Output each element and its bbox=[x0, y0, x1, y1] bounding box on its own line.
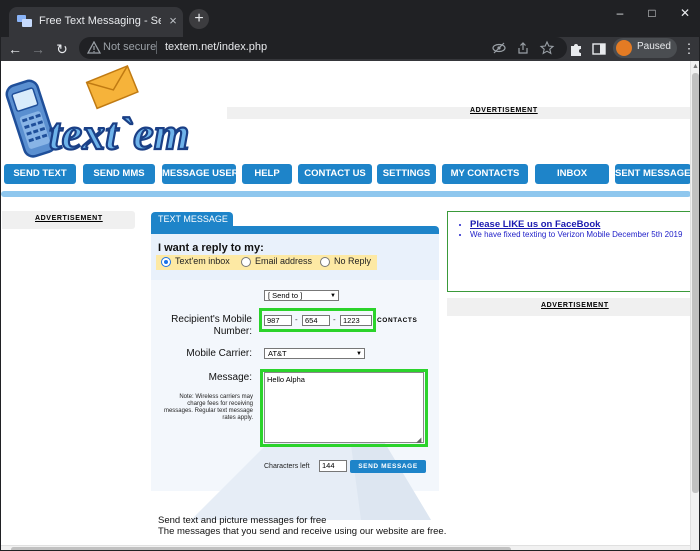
scroll-thumb[interactable] bbox=[11, 547, 511, 550]
carrier-select[interactable]: AT&T ▼ bbox=[264, 348, 365, 359]
ad-left: ADVERTISEMENT bbox=[2, 211, 135, 229]
nav-contact-us[interactable]: CONTACT US bbox=[298, 164, 372, 184]
side-panel-icon[interactable] bbox=[590, 40, 608, 58]
facebook-like-link[interactable]: Please LIKE us on FaceBook bbox=[470, 219, 600, 230]
nav-send-mms[interactable]: SEND MMS bbox=[83, 164, 155, 184]
chars-left-value: 144 bbox=[319, 460, 347, 472]
browser-toolbar: ← → ↻ Not secure textem.net/index.php Pa… bbox=[1, 37, 699, 61]
address-bar[interactable]: Not secure textem.net/index.php bbox=[79, 37, 567, 59]
profile-button[interactable]: Paused bbox=[613, 38, 677, 58]
reload-icon[interactable]: ↻ bbox=[52, 39, 72, 59]
textem-logo[interactable]: text`em bbox=[5, 63, 215, 163]
message-label: Message: bbox=[208, 372, 252, 383]
scroll-thumb[interactable] bbox=[692, 73, 699, 493]
not-secure-label: Not secure bbox=[103, 41, 157, 53]
forward-icon[interactable]: → bbox=[28, 39, 48, 59]
reply-radio-inbox[interactable] bbox=[161, 257, 171, 267]
tab-title: Free Text Messaging - Send and Receive bbox=[39, 15, 161, 27]
contacts-link[interactable]: CONTACTS bbox=[377, 317, 417, 324]
phone-dash: - bbox=[295, 315, 298, 324]
bookmark-star-icon[interactable] bbox=[539, 40, 555, 56]
list-item: We have fixed texting to Verizon Mobile … bbox=[470, 230, 685, 239]
new-tab-button[interactable]: + bbox=[189, 9, 209, 29]
horizontal-scrollbar[interactable] bbox=[1, 545, 690, 550]
phone-prefix-input[interactable]: 654 bbox=[302, 315, 330, 326]
footer-text: The messages that you send and receive u… bbox=[158, 526, 447, 537]
list-item[interactable]: Please LIKE us on FaceBook bbox=[470, 219, 685, 230]
news-list: Please LIKE us on FaceBook We have fixed… bbox=[470, 220, 685, 240]
logo-wordmark: text`em bbox=[49, 108, 190, 159]
scroll-up-icon[interactable]: ▲ bbox=[692, 63, 699, 70]
ad-banner-top: ADVERTISEMENT bbox=[227, 107, 691, 119]
reply-title: I want a reply to my: bbox=[158, 242, 264, 254]
chevron-down-icon: ▼ bbox=[330, 293, 336, 299]
back-icon[interactable]: ← bbox=[5, 39, 25, 59]
warning-triangle-icon bbox=[87, 41, 101, 54]
reply-radio-email[interactable] bbox=[241, 257, 251, 267]
more-menu-icon[interactable]: ⋮ bbox=[681, 39, 697, 59]
resize-grip-icon[interactable]: ◢ bbox=[416, 436, 421, 444]
page-viewport: text`em ADVERTISEMENT SEND TEXT SEND MMS… bbox=[1, 61, 699, 550]
nav-inbox[interactable]: INBOX bbox=[535, 164, 609, 184]
close-window-icon[interactable]: ✕ bbox=[674, 3, 696, 23]
chat-favicon-icon bbox=[17, 15, 32, 27]
recipient-label-line1: Recipient's Mobile bbox=[171, 314, 252, 325]
nav-divider-band bbox=[1, 191, 691, 197]
carrier-value: AT&T bbox=[268, 349, 287, 358]
eye-slash-icon[interactable] bbox=[491, 40, 507, 56]
phone-line-input[interactable]: 1223 bbox=[340, 315, 372, 326]
reply-label-inbox: Text'em inbox bbox=[175, 256, 230, 266]
ad-label: ADVERTISEMENT bbox=[470, 107, 538, 114]
reply-label-email: Email address bbox=[255, 256, 313, 266]
minimize-icon[interactable]: – bbox=[609, 3, 631, 23]
text-message-form bbox=[151, 234, 439, 520]
nav-help[interactable]: HELP bbox=[242, 164, 292, 184]
nav-send-text[interactable]: SEND TEXT bbox=[4, 164, 76, 184]
recipient-label-line2: Number: bbox=[213, 326, 252, 337]
tab-text-message[interactable]: TEXT MESSAGE bbox=[151, 212, 233, 226]
send-to-select[interactable]: [ Send to ] ▼ bbox=[264, 290, 339, 301]
chars-left-label: Characters left bbox=[264, 463, 310, 470]
message-textarea[interactable]: Hello Alpha bbox=[264, 372, 424, 443]
nav-message-user[interactable]: MESSAGE USER bbox=[162, 164, 239, 184]
carrier-fee-note: Note: Wireless carriers may charge fees … bbox=[163, 394, 253, 421]
nav-my-contacts[interactable]: MY CONTACTS bbox=[442, 164, 528, 184]
ad-right: ADVERTISEMENT bbox=[447, 298, 691, 316]
extensions-puzzle-icon[interactable] bbox=[567, 40, 585, 58]
reply-options: Text'em inbox Email address No Reply bbox=[156, 255, 377, 270]
news-box: Please LIKE us on FaceBook We have fixed… bbox=[447, 211, 691, 292]
send-to-value: [ Send to ] bbox=[268, 291, 303, 300]
tab-strip: Free Text Messaging - Send and Receive ×… bbox=[1, 1, 699, 37]
tab-close-icon[interactable]: × bbox=[166, 14, 180, 28]
nav-settings[interactable]: SETTINGS bbox=[377, 164, 436, 184]
profile-status: Paused bbox=[637, 41, 671, 52]
chevron-down-icon: ▼ bbox=[356, 351, 362, 357]
send-message-button[interactable]: SEND MESSAGE bbox=[350, 460, 426, 473]
phone-dash: - bbox=[333, 315, 336, 324]
footer-title: Send text and picture messages for free bbox=[158, 515, 327, 526]
share-icon[interactable] bbox=[515, 40, 531, 56]
vertical-scrollbar[interactable]: ▲ bbox=[690, 61, 699, 550]
url-divider bbox=[156, 41, 157, 54]
reply-radio-none[interactable] bbox=[320, 257, 330, 267]
browser-tab[interactable]: Free Text Messaging - Send and Receive × bbox=[9, 7, 183, 37]
nav-sent-messages[interactable]: SENT MESSAGES bbox=[615, 164, 697, 184]
phone-area-code-input[interactable]: 987 bbox=[264, 315, 292, 326]
avatar bbox=[616, 40, 632, 56]
ad-label: ADVERTISEMENT bbox=[35, 215, 103, 222]
form-header-rule bbox=[151, 226, 439, 234]
news-verizon-fix: We have fixed texting to Verizon Mobile … bbox=[470, 230, 683, 239]
main-nav: SEND TEXT SEND MMS MESSAGE USER HELP CON… bbox=[1, 164, 697, 184]
reply-label-none: No Reply bbox=[334, 256, 372, 266]
browser-window: Free Text Messaging - Send and Receive ×… bbox=[0, 0, 700, 551]
carrier-label: Mobile Carrier: bbox=[186, 348, 252, 359]
ad-label: ADVERTISEMENT bbox=[541, 302, 609, 309]
url-text[interactable]: textem.net/index.php bbox=[165, 41, 267, 53]
maximize-icon[interactable]: □ bbox=[641, 3, 663, 23]
